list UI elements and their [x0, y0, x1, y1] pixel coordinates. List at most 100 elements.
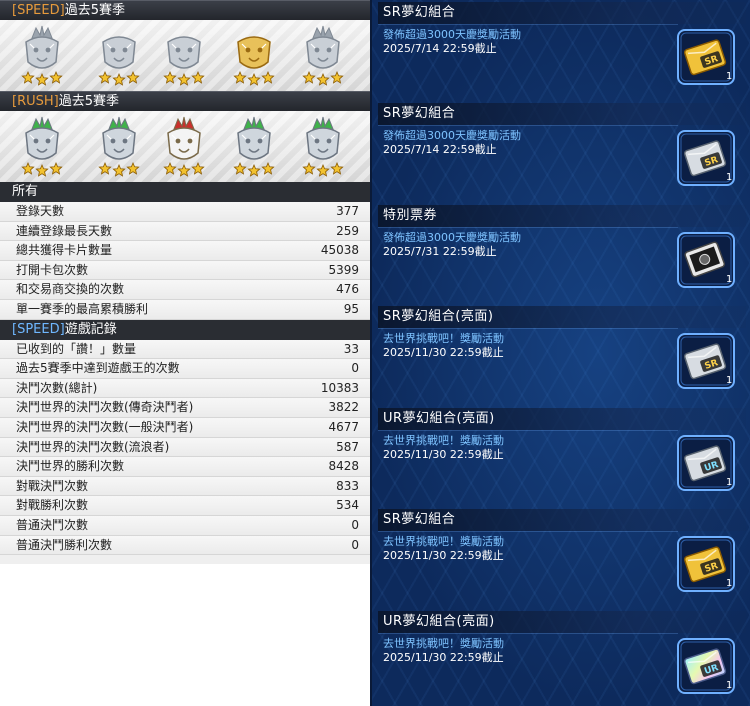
gift-title: SR夢幻組合 [378, 509, 746, 531]
stat-row: 單一賽季的最高累積勝利 95 [0, 299, 370, 320]
card-count-label: 1 [726, 274, 732, 285]
stat-value: 534 [336, 498, 359, 513]
speed-record-header: [SPEED]遊戲記錄 [0, 319, 370, 340]
card-count-label: 1 [726, 477, 732, 488]
stat-label: 連續登錄最長天數 [16, 223, 113, 238]
gift-divider [378, 227, 678, 228]
silver-sr-card-pack-icon[interactable]: SR 1 [676, 129, 736, 187]
gift-deadline: 2025/11/30 22:59截止 [383, 346, 504, 359]
gift-box-panel[interactable]: SR夢幻組合 發佈超過3000天慶獎勵活動 2025/7/14 22:59截止 SR 1… [370, 0, 750, 706]
gift-item[interactable]: SR夢幻組合 去世界挑戰吧！獎勵活動 2025/11/30 22:59截止 SR 1 [378, 509, 746, 610]
gold-sr-card-pack-icon[interactable]: SR 1 [676, 535, 736, 593]
stat-label: 單一賽季的最高累積勝利 [16, 301, 149, 316]
stat-row: 連續登錄最長天數 259 [0, 221, 370, 242]
gold-lion-medal-icon[interactable] [232, 24, 276, 88]
stat-row: 對戰決鬥次數 833 [0, 476, 370, 497]
stat-row: 決鬥世界的勝利次數 8428 [0, 457, 370, 477]
stat-value: 0 [351, 517, 359, 532]
green-crowned-eagle-medal-icon[interactable] [232, 115, 276, 179]
rush-medals-row [0, 111, 370, 182]
silver-dragon-medal-icon[interactable] [162, 24, 206, 88]
red-crowned-eagle-medal-icon[interactable] [162, 115, 206, 179]
stat-value: 587 [336, 439, 359, 454]
gift-deadline: 2025/7/14 22:59截止 [383, 143, 497, 156]
gold-sr-card-pack-icon[interactable]: SR 1 [676, 28, 736, 86]
stat-value: 833 [336, 478, 359, 493]
stat-value: 33 [343, 341, 359, 356]
stat-row: 打開卡包次數 5399 [0, 260, 370, 281]
card-count-label: 1 [726, 680, 732, 691]
gift-divider [378, 531, 678, 532]
gift-item[interactable]: UR夢幻組合(亮面) 去世界挑戰吧！獎勵活動 2025/11/30 22:59截止 U… [378, 611, 746, 706]
stat-label: 普通決鬥次數 [16, 517, 89, 532]
stat-value: 5399 [328, 262, 359, 277]
speed-seasons-header: [SPEED]過去5賽季 [0, 0, 370, 20]
profile-stats-panel: [SPEED]過去5賽季 [RUSH]過去5賽季 所有 登錄天數 377 連續登錄最… [0, 0, 370, 564]
gift-deadline: 2025/11/30 22:59截止 [383, 651, 504, 664]
stat-value: 259 [336, 223, 359, 238]
stat-row: 已收到的「讚！」數量 33 [0, 339, 370, 360]
gift-deadline: 2025/7/31 22:59截止 [383, 245, 497, 258]
stat-label: 過去5賽季中達到遊戲王的次數 [16, 361, 180, 376]
stat-row: 決鬥世界的決鬥次數(流浪者) 587 [0, 437, 370, 458]
green-crowned-eagle-medal-icon[interactable] [301, 115, 345, 179]
gift-item[interactable]: SR夢幻組合 發佈超過3000天慶獎勵活動 2025/7/14 22:59截止 SR 1 [378, 103, 746, 204]
card-count-label: 1 [726, 172, 732, 183]
special-ticket-icon[interactable]: 1 [676, 231, 736, 289]
green-crowned-eagle-medal-icon[interactable] [97, 115, 141, 179]
stat-value: 10383 [320, 380, 359, 395]
stat-row: 決鬥世界的決鬥次數(一般決鬥者) 4677 [0, 417, 370, 438]
stat-value: 95 [343, 301, 359, 316]
speed-stats-list: 已收到的「讚！」數量 33 過去5賽季中達到遊戲王的次數 0 決鬥次數(總計) 10383… [0, 339, 370, 556]
all-stats-label: 所有 [12, 184, 39, 199]
card-count-label: 1 [726, 71, 732, 82]
stat-label: 決鬥世界的決鬥次數(一般決鬥者) [16, 419, 194, 434]
stat-value: 0 [351, 537, 359, 552]
stat-value: 8428 [328, 459, 359, 474]
stat-label: 和交易商交換的次數 [16, 282, 125, 297]
stat-value: 4677 [328, 419, 359, 434]
stat-label: 總共獲得卡片數量 [16, 243, 113, 258]
stat-row: 對戰勝利次數 534 [0, 496, 370, 516]
gift-item[interactable]: SR夢幻組合(亮面) 去世界挑戰吧！獎勵活動 2025/11/30 22:59截止 S… [378, 306, 746, 407]
stat-value: 0 [351, 361, 359, 376]
stat-row: 登錄天數 377 [0, 202, 370, 222]
stat-label: 登錄天數 [16, 204, 65, 218]
gift-item[interactable]: UR夢幻組合(亮面) 去世界挑戰吧！獎勵活動 2025/11/30 22:59截止 U… [378, 408, 746, 509]
gift-deadline: 2025/11/30 22:59截止 [383, 549, 504, 562]
silver-crowned-dragon-medal-icon[interactable] [301, 24, 345, 88]
stat-label: 決鬥世界的決鬥次數(傳奇決鬥者) [16, 400, 194, 415]
silver-ur-card-pack-icon[interactable]: UR 1 [676, 434, 736, 492]
gift-deadline: 2025/7/14 22:59截止 [383, 42, 497, 55]
gift-item[interactable]: SR夢幻組合 發佈超過3000天慶獎勵活動 2025/7/14 22:59截止 SR 1 [378, 2, 746, 103]
all-stats-header: 所有 [0, 182, 370, 202]
stat-row: 普通決鬥次數 0 [0, 515, 370, 536]
speed-tag: [SPEED] [12, 3, 65, 18]
stat-label: 決鬥次數(總計) [16, 380, 98, 395]
card-count-label: 1 [726, 578, 732, 589]
speed-record-tag: [SPEED] [12, 321, 65, 337]
gift-title: 特別票券 [378, 205, 746, 227]
stat-label: 普通決鬥勝利次數 [16, 537, 113, 552]
stat-row: 和交易商交換的次數 476 [0, 280, 370, 300]
green-crowned-eagle-medal-icon[interactable] [20, 115, 64, 179]
gift-divider [378, 633, 678, 634]
stat-label: 打開卡包次數 [16, 262, 89, 277]
silver-dragon-medal-icon[interactable] [97, 24, 141, 88]
gift-divider [378, 125, 678, 126]
stat-label: 決鬥世界的決鬥次數(流浪者) [16, 439, 170, 454]
panel-divider [370, 0, 372, 706]
speed-seasons-label: 過去5賽季 [64, 3, 125, 18]
stat-label: 對戰決鬥次數 [16, 478, 89, 493]
silver-crowned-dragon-medal-icon[interactable] [20, 24, 64, 88]
stat-row: 總共獲得卡片數量 45038 [0, 241, 370, 261]
gift-divider [378, 430, 678, 431]
rainbow-ur-card-pack-icon[interactable]: UR 1 [676, 637, 736, 695]
gift-title: SR夢幻組合 [378, 103, 746, 125]
gift-item[interactable]: 特別票券 發佈超過3000天慶獎勵活動 2025/7/31 22:59截止 1 [378, 205, 746, 306]
card-count-label: 1 [726, 375, 732, 386]
silver-sr-card-pack-icon[interactable]: SR 1 [676, 332, 736, 390]
gift-deadline: 2025/11/30 22:59截止 [383, 448, 504, 461]
gift-title: SR夢幻組合 [378, 2, 746, 24]
gift-title: UR夢幻組合(亮面) [378, 611, 746, 633]
